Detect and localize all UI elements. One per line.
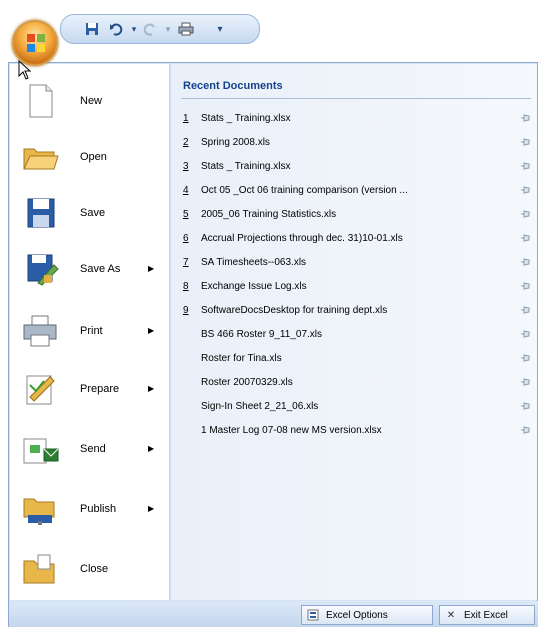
pin-icon[interactable] — [521, 282, 531, 290]
menu-item-close[interactable]: Close — [10, 542, 170, 596]
submenu-arrow-icon: ▶ — [148, 504, 155, 513]
printer-icon — [20, 313, 60, 349]
submenu-arrow-icon: ▶ — [148, 384, 155, 393]
recent-documents-title: Recent Documents — [183, 80, 283, 92]
recent-document-item[interactable]: 2 Spring 2008.xls — [171, 130, 537, 154]
menu-item-label: Send — [80, 443, 106, 455]
prepare-icon — [20, 371, 60, 407]
recent-document-item[interactable]: Roster 20070329.xls — [171, 370, 537, 394]
recent-document-item[interactable]: Roster for Tina.xls — [171, 346, 537, 370]
submenu-arrow-icon: ▶ — [148, 264, 155, 273]
menu-item-save[interactable]: Save — [10, 186, 170, 240]
menu-item-print[interactable]: Print ▶ — [10, 304, 170, 358]
pin-icon[interactable] — [521, 378, 531, 386]
recent-document-item[interactable]: 3 Stats _ Training.xlsx — [171, 154, 537, 178]
document-name: Roster 20070329.xls — [201, 376, 293, 388]
menu-item-label: Save — [80, 207, 106, 219]
mouse-cursor-icon — [18, 60, 32, 80]
excel-options-label: Excel Options — [326, 609, 388, 621]
recent-document-item[interactable]: 7 SA Timesheets--063.xls — [171, 250, 537, 274]
menu-item-label: Close — [80, 563, 109, 575]
title-bar: ▾ ▾ ▾ — [0, 0, 538, 80]
pin-icon[interactable] — [521, 330, 531, 338]
publish-icon — [20, 491, 60, 527]
document-name: Roster for Tina.xls — [201, 352, 282, 364]
options-icon — [306, 608, 320, 622]
save-icon[interactable] — [83, 20, 101, 38]
redo-icon — [141, 20, 159, 38]
office-logo-icon — [27, 34, 45, 52]
menu-item-label: Prepare — [80, 383, 120, 395]
recent-document-item[interactable]: Sign-In Sheet 2_21_06.xls — [171, 394, 537, 418]
quick-access-toolbar: ▾ ▾ ▾ — [60, 14, 260, 44]
document-name: Stats _ Training.xlsx — [201, 160, 291, 172]
document-name: BS 466 Roster 9_11_07.xls — [201, 328, 323, 340]
menu-item-open[interactable]: Open — [10, 130, 170, 184]
document-name: 2005_06 Training Statistics.xls — [201, 208, 337, 220]
excel-options-button[interactable]: Excel Options — [301, 605, 433, 625]
pin-icon[interactable] — [521, 354, 531, 362]
document-name: Sign-In Sheet 2_21_06.xls — [201, 400, 319, 412]
document-name: Spring 2008.xls — [201, 136, 270, 148]
office-menu: New Open Save Save As ▶ Print ▶ Prepare … — [8, 62, 538, 627]
pin-icon[interactable] — [521, 426, 531, 434]
pin-icon[interactable] — [521, 210, 531, 218]
close-icon: ✕ — [446, 609, 456, 621]
recent-documents-panel: Recent Documents 1 Stats _ Training.xlsx … — [171, 64, 537, 600]
recent-document-item[interactable]: 9 SoftwareDocsDesktop for training dept.x… — [171, 298, 537, 322]
menu-item-label: Save As — [80, 263, 121, 275]
pin-icon[interactable] — [521, 186, 531, 194]
pin-icon[interactable] — [521, 258, 531, 266]
redo-dropdown-icon: ▾ — [165, 23, 171, 34]
pin-icon[interactable] — [521, 138, 531, 146]
menu-item-save-as[interactable]: Save As ▶ — [10, 242, 170, 296]
menu-item-new[interactable]: New — [10, 74, 170, 128]
save-icon — [20, 195, 60, 231]
close-folder-icon — [20, 551, 60, 587]
pin-icon[interactable] — [521, 402, 531, 410]
customize-quick-access-icon[interactable]: ▾ — [211, 20, 229, 38]
menu-item-label: Publish — [80, 503, 117, 515]
recent-document-item[interactable]: 6 Accrual Projections through dec. 31)10-… — [171, 226, 537, 250]
submenu-arrow-icon: ▶ — [148, 444, 155, 453]
document-name: Accrual Projections through dec. 31)10-0… — [201, 232, 403, 244]
save-as-icon — [20, 251, 60, 287]
menu-item-send[interactable]: Send ▶ — [10, 422, 170, 476]
document-name: SoftwareDocsDesktop for training dept.xl… — [201, 304, 388, 316]
send-icon — [20, 431, 60, 467]
menu-footer: Excel Options ✕ Exit Excel — [9, 601, 538, 627]
undo-icon[interactable] — [107, 20, 125, 38]
document-name: Stats _ Training.xlsx — [201, 112, 291, 124]
recent-document-item[interactable]: BS 466 Roster 9_11_07.xls — [171, 322, 537, 346]
menu-item-label: New — [80, 95, 103, 107]
menu-item-label: Open — [80, 151, 107, 163]
menu-item-publish[interactable]: Publish ▶ — [10, 482, 170, 536]
menu-item-label: Print — [80, 325, 103, 337]
menu-commands: New Open Save Save As ▶ Print ▶ Prepare … — [10, 64, 170, 600]
document-name: Exchange Issue Log.xls — [201, 280, 307, 292]
folder-open-icon — [20, 139, 60, 175]
exit-excel-button[interactable]: ✕ Exit Excel — [439, 605, 535, 625]
recent-document-item[interactable]: 4 Oct 05 _Oct 06 training comparison (ver… — [171, 178, 537, 202]
recent-document-item[interactable]: 8 Exchange Issue Log.xls — [171, 274, 537, 298]
new-document-icon — [20, 83, 60, 119]
recent-document-item[interactable]: 1 Stats _ Training.xlsx — [171, 106, 537, 130]
divider — [181, 98, 531, 99]
print-icon[interactable] — [177, 20, 195, 38]
exit-excel-label: Exit Excel — [464, 609, 508, 621]
document-name: 1 Master Log 07-08 new MS version.xlsx — [201, 424, 382, 436]
document-name: Oct 05 _Oct 06 training comparison (vers… — [201, 184, 408, 196]
pin-icon[interactable] — [521, 162, 531, 170]
menu-item-prepare[interactable]: Prepare ▶ — [10, 362, 170, 416]
pin-icon[interactable] — [521, 114, 531, 122]
document-name: SA Timesheets--063.xls — [201, 256, 307, 268]
pin-icon[interactable] — [521, 234, 531, 242]
recent-document-item[interactable]: 5 2005_06 Training Statistics.xls — [171, 202, 537, 226]
submenu-arrow-icon: ▶ — [148, 326, 155, 335]
recent-document-item[interactable]: 1 Master Log 07-08 new MS version.xlsx — [171, 418, 537, 442]
pin-icon[interactable] — [521, 306, 531, 314]
